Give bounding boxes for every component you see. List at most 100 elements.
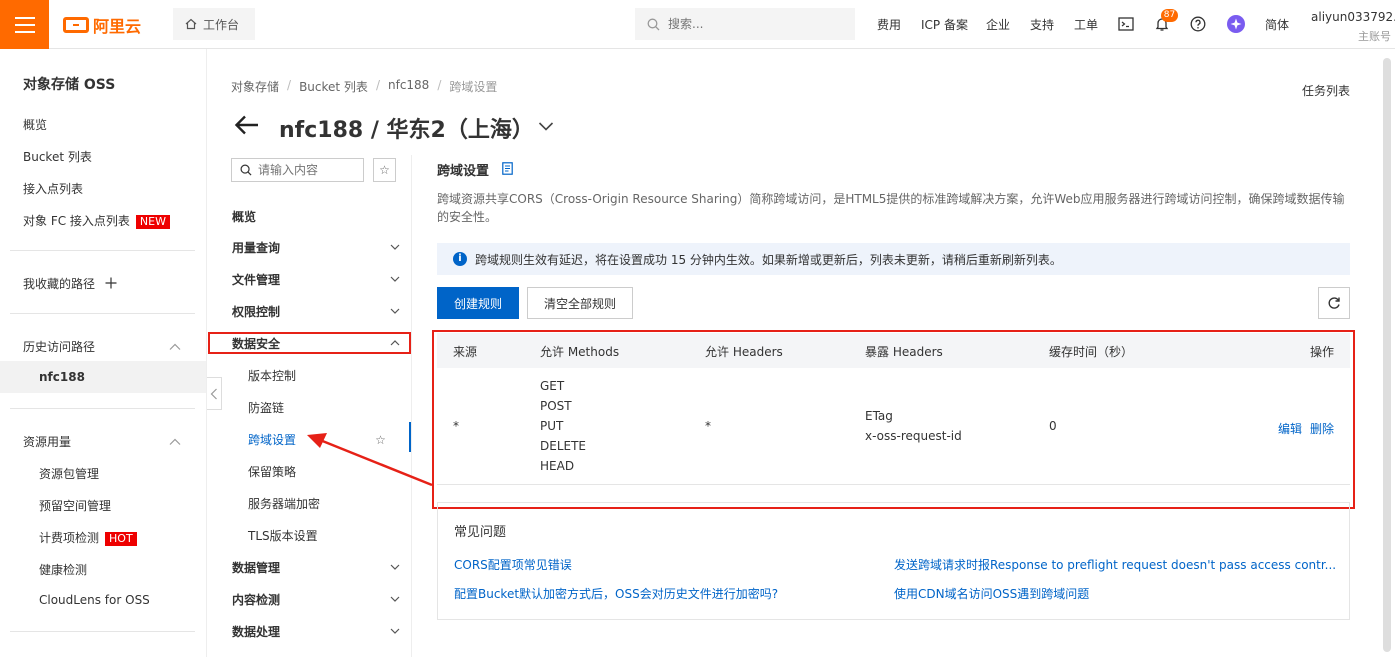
subnav-search-input[interactable]: [258, 163, 358, 177]
subnav-versioning[interactable]: 版本控制: [248, 367, 296, 384]
info-notice: i 跨域规则生效有延迟，将在设置成功 15 分钟内生效。如果新增或更新后，列表未…: [437, 243, 1350, 275]
sidebar-title: 对象存储 OSS: [23, 77, 116, 93]
top-bar: 阿里云 工作台 费用 ICP 备案 企业 支持 工单 87 简体 aliyun0…: [0, 0, 1395, 49]
subnav-data-processing[interactable]: 数据处理: [232, 623, 280, 640]
sidebar-item-fc-access-points[interactable]: 对象 FC 接入点列表 NEW: [23, 212, 170, 229]
section-title: 跨域设置: [437, 164, 490, 179]
hot-tag: HOT: [105, 532, 137, 546]
faq-link[interactable]: 发送跨域请求时报Response to preflight request do…: [894, 556, 1336, 573]
chevron-down-icon[interactable]: [390, 274, 400, 284]
workbench-button[interactable]: 工作台: [173, 8, 255, 40]
chevron-up-icon[interactable]: [169, 341, 181, 353]
breadcrumb-bucket[interactable]: nfc188: [388, 78, 429, 95]
workbench-label: 工作台: [203, 17, 240, 32]
plus-icon[interactable]: [105, 277, 117, 289]
nav-ticket-label: 工单: [1074, 18, 1099, 32]
subnav-permission[interactable]: 权限控制: [232, 303, 280, 320]
chevron-up-icon[interactable]: [169, 436, 181, 448]
breadcrumb-separator: /: [287, 78, 292, 92]
faq-link[interactable]: 使用CDN域名访问OSS遇到跨域问题: [894, 585, 1089, 602]
subnav-overview[interactable]: 概览: [232, 208, 256, 225]
nav-support[interactable]: 支持: [1030, 0, 1054, 49]
sidebar-item-history[interactable]: 历史访问路径: [23, 338, 95, 355]
resource-item-billing-check[interactable]: 计费项检测 HOT: [39, 529, 137, 546]
nav-billing-label: 费用: [877, 18, 902, 32]
resource-item-reserved-space[interactable]: 预留空间管理: [39, 497, 111, 514]
document-icon[interactable]: [502, 162, 513, 175]
language-switch[interactable]: 简体: [1265, 0, 1289, 49]
breadcrumb: 对象存储 / Bucket 列表 / nfc188 / 跨域设置: [231, 78, 497, 95]
sidebar-item-bucket-list[interactable]: Bucket 列表: [23, 148, 92, 165]
nav-enterprise[interactable]: 企业: [986, 0, 1010, 49]
billing-check-label: 计费项检测: [39, 531, 100, 545]
scrollbar-thumb[interactable]: [1383, 58, 1391, 652]
history-item-active-bg: [0, 361, 206, 393]
nav-icp[interactable]: ICP 备案: [921, 0, 968, 49]
divider: [10, 631, 195, 632]
create-rule-button[interactable]: 创建规则: [437, 287, 519, 319]
search-input[interactable]: [668, 17, 828, 31]
fc-access-points-label: 对象 FC 接入点列表: [23, 214, 130, 228]
sidebar-collapse-handle[interactable]: [207, 377, 222, 410]
aliyun-logo[interactable]: 阿里云: [63, 14, 141, 36]
resource-item-cloudlens[interactable]: CloudLens for OSS: [39, 593, 150, 607]
back-arrow-icon[interactable]: [234, 113, 260, 137]
section-description: 跨域资源共享CORS（Cross-Origin Resource Sharing…: [437, 192, 1345, 224]
star-icon[interactable]: ☆: [369, 428, 392, 452]
subnav-search[interactable]: [231, 158, 364, 182]
annotation-box-cors-table: [432, 330, 1355, 509]
resource-item-packages[interactable]: 资源包管理: [39, 465, 99, 482]
faq-link[interactable]: CORS配置项常见错误: [454, 556, 572, 573]
chevron-down-icon[interactable]: [538, 118, 554, 134]
task-list-link[interactable]: 任务列表: [1302, 82, 1350, 99]
sidebar-item-resources[interactable]: 资源用量: [23, 433, 71, 450]
chevron-down-icon[interactable]: [390, 306, 400, 316]
sidebar-item-overview[interactable]: 概览: [23, 116, 47, 133]
subnav-tls-version[interactable]: TLS版本设置: [248, 527, 318, 544]
breadcrumb-bucket-list[interactable]: Bucket 列表: [299, 78, 368, 95]
subnav-content-detection[interactable]: 内容检测: [232, 591, 280, 608]
ai-assistant-icon[interactable]: [1227, 15, 1245, 33]
chevron-down-icon[interactable]: [390, 626, 400, 636]
global-search[interactable]: [635, 8, 855, 40]
divider: [10, 250, 195, 251]
subnav-usage[interactable]: 用量查询: [232, 239, 280, 256]
sidebar-item-favorites[interactable]: 我收藏的路径: [23, 275, 117, 292]
chevron-down-icon[interactable]: [390, 594, 400, 604]
history-item-nfc188[interactable]: nfc188: [39, 370, 85, 384]
sidebar-item-access-points[interactable]: 接入点列表: [23, 180, 83, 197]
subnav-data-management[interactable]: 数据管理: [232, 559, 280, 576]
divider: [10, 313, 195, 314]
chevron-down-icon[interactable]: [390, 242, 400, 252]
chevron-left-icon: [210, 388, 217, 399]
faq-title: 常见问题: [454, 525, 507, 540]
help-icon[interactable]: [1189, 15, 1207, 33]
notification-badge: 87: [1161, 9, 1178, 22]
home-icon: [185, 18, 197, 30]
refresh-button[interactable]: [1318, 287, 1350, 319]
resource-item-health-check[interactable]: 健康检测: [39, 561, 87, 578]
subnav-retention-policy[interactable]: 保留策略: [248, 463, 296, 480]
faq-link[interactable]: 配置Bucket默认加密方式后，OSS会对历史文件进行加密吗?: [454, 585, 778, 602]
subnav-hotlink-protection[interactable]: 防盗链: [248, 399, 284, 416]
subnav-cors-settings[interactable]: 跨域设置: [248, 431, 296, 448]
nav-icp-label: ICP 备案: [921, 18, 968, 32]
chevron-down-icon[interactable]: [390, 562, 400, 572]
subnav-server-encryption[interactable]: 服务器端加密: [248, 495, 320, 512]
nav-billing[interactable]: 费用: [877, 0, 901, 49]
terminal-icon[interactable]: [1117, 15, 1135, 33]
nav-ticket[interactable]: 工单: [1074, 0, 1098, 49]
star-icon[interactable]: ☆: [373, 158, 396, 182]
favorites-label: 我收藏的路径: [23, 277, 96, 291]
logo-mark-icon: [63, 17, 89, 33]
user-name[interactable]: aliyun033792...: [1311, 10, 1395, 24]
breadcrumb-oss[interactable]: 对象存储: [231, 78, 279, 95]
subnav-file-management[interactable]: 文件管理: [232, 271, 280, 288]
clear-all-rules-button[interactable]: 清空全部规则: [527, 287, 633, 319]
logo-text: 阿里云: [93, 17, 142, 36]
breadcrumb-current: 跨域设置: [449, 80, 498, 94]
bucket-subnav: ☆ 概览 用量查询 文件管理 权限控制 数据安全 版本控制 防盗链 跨域设置 ☆…: [207, 155, 412, 657]
nav-support-label: 支持: [1030, 18, 1055, 32]
menu-icon[interactable]: [0, 0, 49, 49]
annotation-box-data-security: [208, 332, 411, 354]
